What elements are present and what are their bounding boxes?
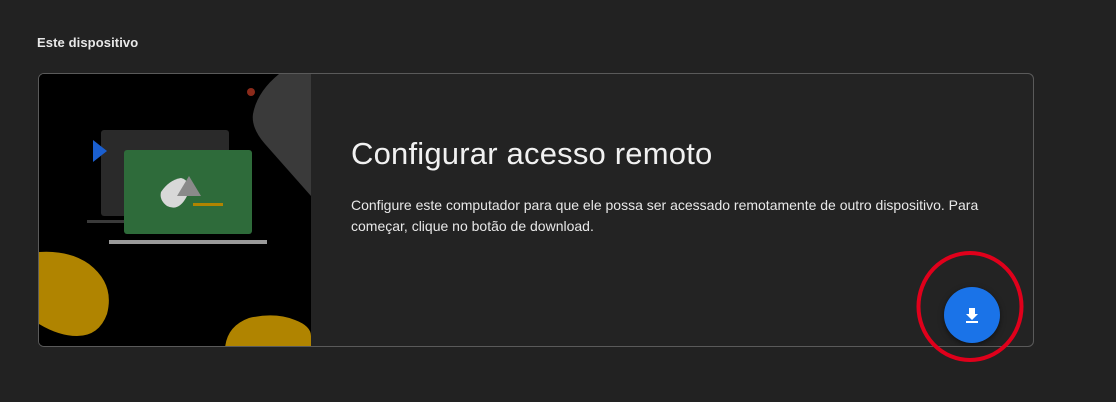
- download-icon: [962, 305, 982, 325]
- remote-access-illustration: [39, 74, 311, 346]
- download-button[interactable]: [944, 287, 1000, 343]
- remote-access-card: Configurar acesso remoto Configure este …: [38, 73, 1034, 347]
- section-title: Este dispositivo: [37, 35, 139, 50]
- card-title: Configurar acesso remoto: [351, 136, 713, 171]
- card-description: Configure este computador para que ele p…: [351, 197, 979, 234]
